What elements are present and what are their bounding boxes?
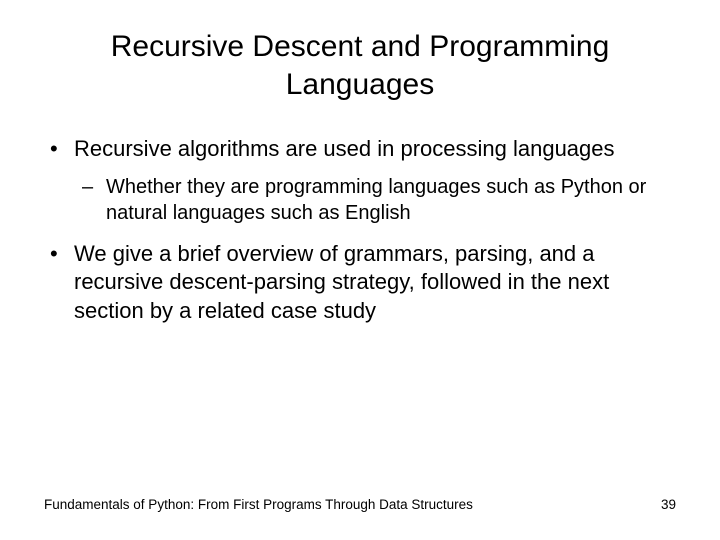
sub-bullet-list: Whether they are programming languages s… [74,174,676,226]
bullet-text: We give a brief overview of grammars, pa… [74,241,609,323]
slide-footer: Fundamentals of Python: From First Progr… [44,497,676,512]
bullet-item: We give a brief overview of grammars, pa… [44,240,676,326]
sub-bullet-item: Whether they are programming languages s… [74,174,676,226]
slide-content: Recursive algorithms are used in process… [20,135,700,325]
footer-page-number: 39 [661,497,676,512]
slide-title: Recursive Descent and Programming Langua… [20,28,700,103]
sub-bullet-text: Whether they are programming languages s… [106,176,646,224]
bullet-text: Recursive algorithms are used in process… [74,136,615,161]
bullet-item: Recursive algorithms are used in process… [44,135,676,226]
footer-source: Fundamentals of Python: From First Progr… [44,497,473,512]
bullet-list: Recursive algorithms are used in process… [44,135,676,325]
